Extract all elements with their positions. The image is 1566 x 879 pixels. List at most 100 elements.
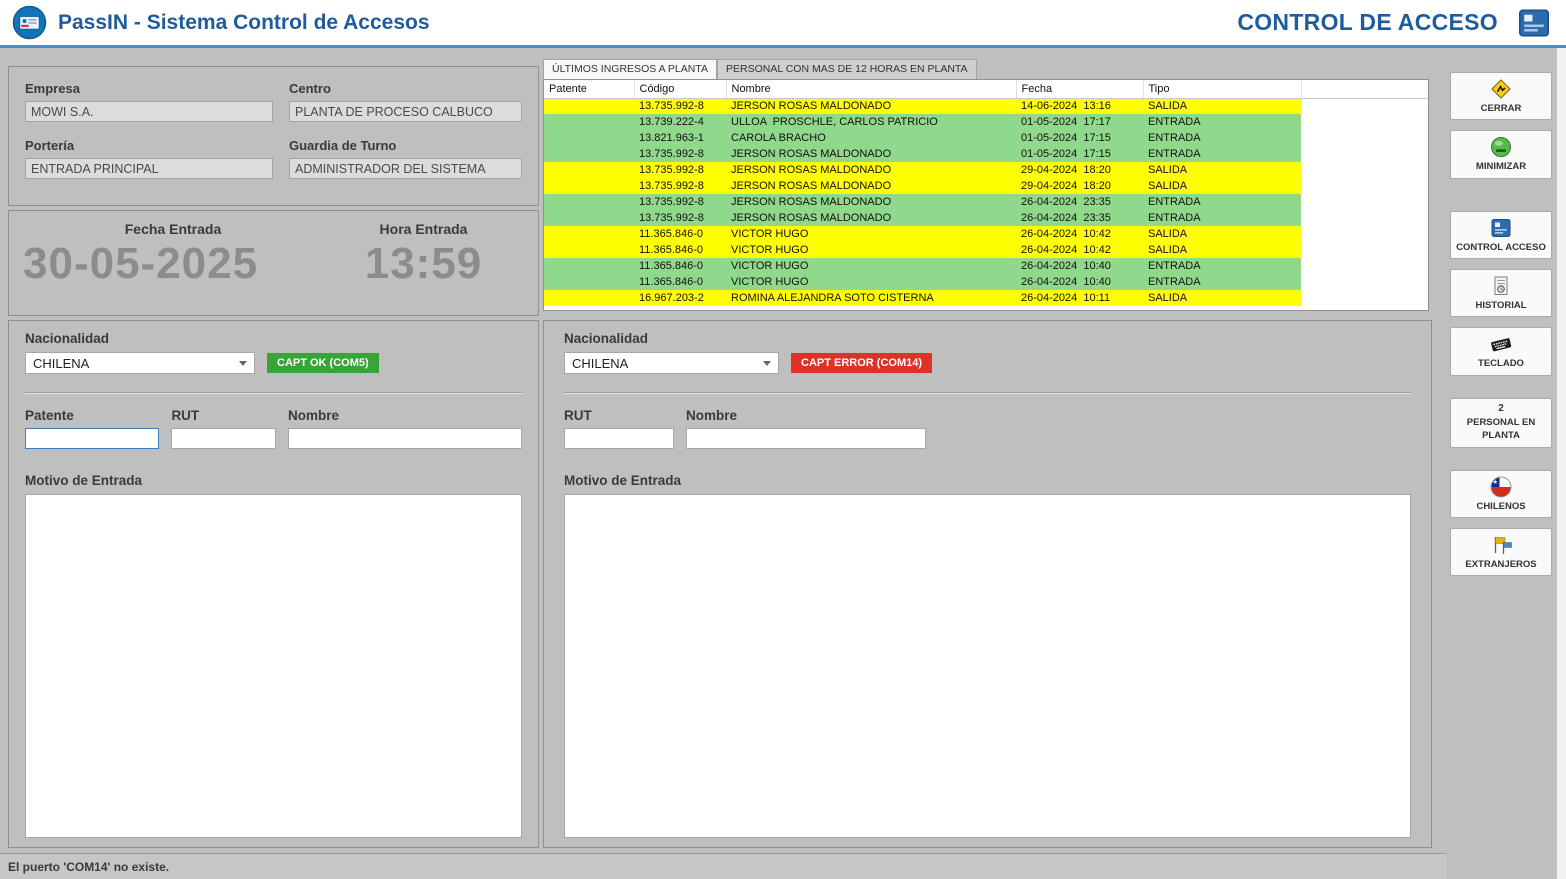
cell-tipo: ENTRADA [1143, 146, 1301, 162]
cell-nombre: JERSON ROSAS MALDONADO [726, 178, 1016, 194]
grid-row[interactable]: 16.967.203-2ROMINA ALEJANDRA SOTO CISTER… [544, 290, 1428, 306]
porteria-field-group: Portería ENTRADA PRINCIPAL [25, 138, 273, 179]
nombre-group-left: Nombre [288, 408, 522, 449]
motivo-textarea-right[interactable] [564, 494, 1411, 838]
cell-nombre: ULLOA PROSCHLE, CARLOS PATRICIO [726, 114, 1016, 130]
grid-row[interactable]: 11.365.846-0VICTOR HUGO26-04-2024 10:42S… [544, 226, 1428, 242]
sidebar-button-label: HISTORIAL [1475, 300, 1526, 312]
grid-header-row: PatenteCódigoNombreFechaTipo [544, 80, 1428, 98]
cell-fecha: 26-04-2024 10:42 [1016, 242, 1143, 258]
nacionalidad-value-right: CHILENA [572, 356, 628, 371]
column-header-4[interactable]: Tipo [1143, 80, 1301, 98]
cell-codigo: 11.365.846-0 [634, 242, 726, 258]
cell-patente [544, 226, 634, 242]
patente-group: Patente [25, 408, 159, 449]
grid-row[interactable]: 13.821.963-1CAROLA BRACHO01-05-2024 17:1… [544, 130, 1428, 146]
grid-body: 13.735.992-8JERSON ROSAS MALDONADO14-06-… [544, 98, 1428, 306]
grid-row[interactable]: 13.739.222-4ULLOA PROSCHLE, CARLOS PATRI… [544, 114, 1428, 130]
grid-row[interactable]: 13.735.992-8JERSON ROSAS MALDONADO29-04-… [544, 178, 1428, 194]
column-header-3[interactable]: Fecha [1016, 80, 1143, 98]
sidebar-button-teclado[interactable]: TECLADO [1450, 327, 1552, 375]
sidebar-button-control-acceso[interactable]: CONTROL ACCESO [1450, 211, 1552, 259]
cell-filler [1301, 226, 1428, 242]
fecha-entrada-value: 30-05-2025 [23, 239, 323, 289]
minimize-icon [1489, 135, 1513, 159]
motivo-label-right: Motivo de Entrada [564, 473, 1411, 488]
ingresos-grid: PatenteCódigoNombreFechaTipo 13.735.992-… [543, 79, 1429, 311]
sidebar-button-label: MINIMIZAR [1476, 161, 1526, 173]
patente-label: Patente [25, 408, 159, 423]
grid-row[interactable]: 11.365.846-0VICTOR HUGO26-04-2024 10:42S… [544, 242, 1428, 258]
capture-status-button-right[interactable]: CAPT ERROR (COM14) [791, 353, 932, 373]
sidebar-button-historial[interactable]: HISTORIAL [1450, 269, 1552, 317]
nombre-input-left[interactable] [288, 428, 522, 449]
grid-row[interactable]: 13.735.992-8JERSON ROSAS MALDONADO26-04-… [544, 194, 1428, 210]
cell-tipo: SALIDA [1143, 98, 1301, 114]
cell-patente [544, 290, 634, 306]
chevron-down-icon [763, 361, 771, 366]
nacionalidad-select-right[interactable]: CHILENA [564, 352, 779, 374]
rut-input-right[interactable] [564, 428, 674, 449]
grid-row[interactable]: 11.365.846-0VICTOR HUGO26-04-2024 10:40E… [544, 258, 1428, 274]
grid-row[interactable]: 11.365.846-0VICTOR HUGO26-04-2024 10:40E… [544, 274, 1428, 290]
grid-row[interactable]: 13.735.992-8JERSON ROSAS MALDONADO29-04-… [544, 162, 1428, 178]
cell-fecha: 26-04-2024 10:40 [1016, 274, 1143, 290]
cell-codigo: 13.821.963-1 [634, 130, 726, 146]
grid-row[interactable]: 13.735.992-8JERSON ROSAS MALDONADO01-05-… [544, 146, 1428, 162]
divider [564, 392, 1411, 394]
capture-status-button-left[interactable]: CAPT OK (COM5) [267, 353, 379, 373]
sidebar-button-personal-en-planta[interactable]: 2PERSONAL EN PLANTA [1450, 398, 1552, 448]
cell-filler [1301, 290, 1428, 306]
nombre-label-right: Nombre [686, 408, 926, 423]
title-bar: PassIN - Sistema Control de Accesos CONT… [0, 0, 1566, 48]
cell-filler [1301, 258, 1428, 274]
sidebar-button-cerrar[interactable]: CERRAR [1450, 72, 1552, 120]
tab-ultimos-ingresos[interactable]: ÚLTIMOS INGRESOS A PLANTA [543, 59, 717, 79]
cell-patente [544, 146, 634, 162]
cell-filler [1301, 210, 1428, 226]
rut-input-left[interactable] [171, 428, 276, 449]
cell-fecha: 26-04-2024 23:35 [1016, 210, 1143, 226]
cell-patente [544, 98, 634, 114]
keyboard-icon [1489, 332, 1513, 356]
cell-tipo: SALIDA [1143, 178, 1301, 194]
cell-filler [1301, 114, 1428, 130]
cell-patente [544, 210, 634, 226]
window-edge-strip [1557, 48, 1566, 879]
grid-row[interactable]: 13.735.992-8JERSON ROSAS MALDONADO26-04-… [544, 210, 1428, 226]
cell-tipo: ENTRADA [1143, 130, 1301, 146]
cell-filler [1301, 130, 1428, 146]
cell-codigo: 13.735.992-8 [634, 162, 726, 178]
cell-nombre: JERSON ROSAS MALDONADO [726, 146, 1016, 162]
tab-personal-12-horas[interactable]: PERSONAL CON MAS DE 12 HORAS EN PLANTA [717, 59, 977, 79]
column-header-1[interactable]: Código [634, 80, 726, 98]
motivo-textarea-left[interactable] [25, 494, 522, 838]
sidebar-button-minimizar[interactable]: MINIMIZAR [1450, 130, 1552, 178]
nacionalidad-select-left[interactable]: CHILENA [25, 352, 255, 374]
cell-nombre: JERSON ROSAS MALDONADO [726, 210, 1016, 226]
grid-row[interactable]: 13.735.992-8JERSON ROSAS MALDONADO14-06-… [544, 98, 1428, 114]
chevron-down-icon [239, 361, 247, 366]
chile-flag-icon [1489, 475, 1513, 499]
empresa-value-field: MOWI S.A. [25, 101, 273, 122]
sidebar-button-extranjeros[interactable]: EXTRANJEROS [1450, 528, 1552, 576]
patente-input[interactable] [25, 428, 159, 449]
cell-codigo: 13.739.222-4 [634, 114, 726, 130]
cell-filler [1301, 274, 1428, 290]
guardia-value-field: ADMINISTRADOR DEL SISTEMA [289, 158, 522, 179]
rut-label-right: RUT [564, 408, 674, 423]
cell-codigo: 13.735.992-8 [634, 178, 726, 194]
cell-codigo: 13.735.992-8 [634, 146, 726, 162]
column-header-0[interactable]: Patente [544, 80, 634, 98]
cell-nombre: JERSON ROSAS MALDONADO [726, 162, 1016, 178]
empresa-label: Empresa [25, 81, 273, 96]
nombre-input-right[interactable] [686, 428, 926, 449]
porteria-value-field: ENTRADA PRINCIPAL [25, 158, 273, 179]
nacionalidad-label-right: Nacionalidad [564, 331, 1411, 346]
hora-entrada-label: Hora Entrada [323, 221, 524, 237]
cell-filler [1301, 162, 1428, 178]
column-header-2[interactable]: Nombre [726, 80, 1016, 98]
sidebar-button-chilenos[interactable]: CHILENOS [1450, 470, 1552, 518]
cell-codigo: 13.735.992-8 [634, 98, 726, 114]
foreign-flags-icon [1489, 533, 1513, 557]
